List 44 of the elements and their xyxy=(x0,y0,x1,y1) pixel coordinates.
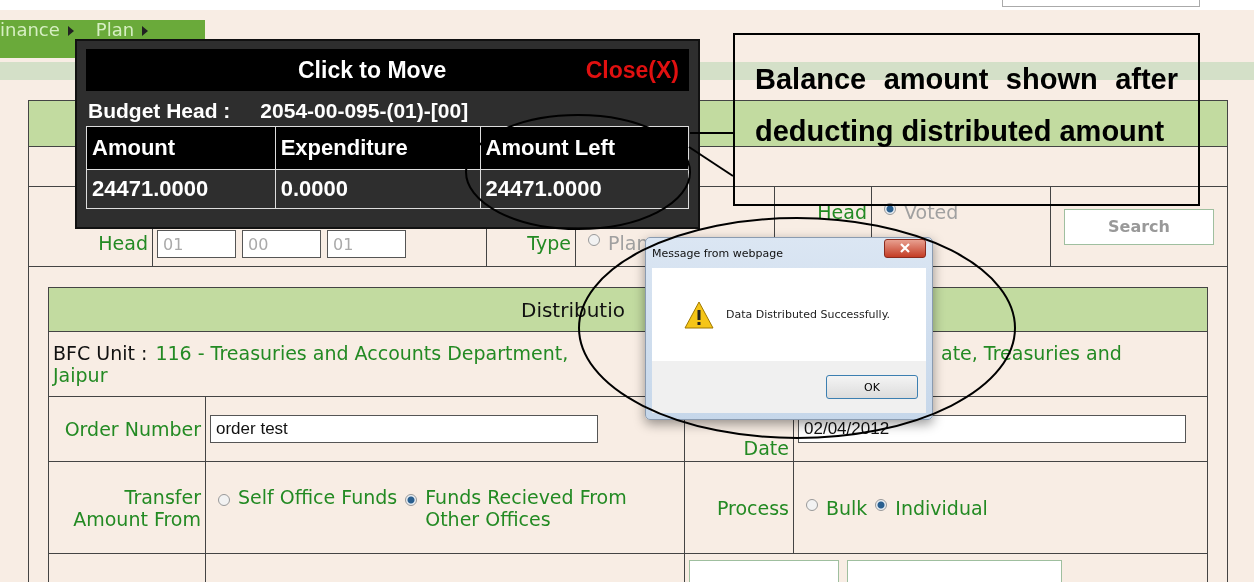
field-label: Order Number xyxy=(64,418,201,440)
annotation-text: Balance amount shown after deducting distributed amount xyxy=(755,62,1178,149)
radio-button[interactable] xyxy=(806,498,818,511)
field-label: Process xyxy=(716,496,789,519)
bfc-unit-value: 116 - Treasuries and Accounts Department, xyxy=(155,342,569,364)
column-header: Amount Left xyxy=(480,126,689,170)
radio-label: Funds Recieved From Other Offices xyxy=(425,485,628,530)
radio-button[interactable] xyxy=(875,498,888,511)
table-cell: 24471.0000 xyxy=(86,169,276,209)
radio-label: Individual xyxy=(895,496,988,519)
field-label: Budget Head : xyxy=(88,99,231,123)
column-header: Expenditure xyxy=(275,126,481,170)
close-icon xyxy=(900,243,910,253)
budget-head-value: 2054-00-095-(01)-[00] xyxy=(260,99,469,123)
radio-label: Voted xyxy=(904,201,959,223)
warning-icon xyxy=(684,300,714,329)
close-button[interactable] xyxy=(884,238,926,258)
action-button[interactable] xyxy=(847,560,1062,582)
popup-title: Click to Move xyxy=(298,56,447,84)
radio-label: Bulk xyxy=(826,496,868,519)
radio-button[interactable] xyxy=(218,493,230,506)
dropdown-field[interactable] xyxy=(1002,0,1200,7)
column-header: Amount xyxy=(86,126,276,170)
field-label: Head xyxy=(817,201,867,223)
popup-title-bar[interactable]: Click to Move Close(X) xyxy=(86,49,689,91)
breadcrumb-link[interactable]: inance xyxy=(0,21,60,39)
field-label: Type xyxy=(527,232,571,254)
field-label: Transfer Amount From xyxy=(73,485,201,530)
ok-button[interactable]: OK xyxy=(826,375,918,399)
field-label: Date xyxy=(743,437,789,459)
action-button[interactable] xyxy=(689,560,839,582)
dialog-message: Data Distributed Successfully. xyxy=(726,308,891,321)
field-label: Head xyxy=(98,232,148,254)
breadcrumb-link[interactable]: Plan xyxy=(95,21,135,39)
input-field[interactable]: order test xyxy=(210,415,598,443)
close-link[interactable]: Close(X) xyxy=(585,56,679,84)
table-cell: 0.0000 xyxy=(275,169,481,209)
bfc-unit-value: Jaipur xyxy=(53,364,108,386)
table-cell: 24471.0000 xyxy=(480,169,689,209)
input-field[interactable]: 02/04/2012 xyxy=(798,415,1186,443)
field-label: BFC Unit : xyxy=(53,342,148,364)
dialog-title: Message from webpage xyxy=(652,246,784,260)
radio-label: Self Office Funds xyxy=(238,485,398,508)
radio-button[interactable] xyxy=(405,493,418,506)
